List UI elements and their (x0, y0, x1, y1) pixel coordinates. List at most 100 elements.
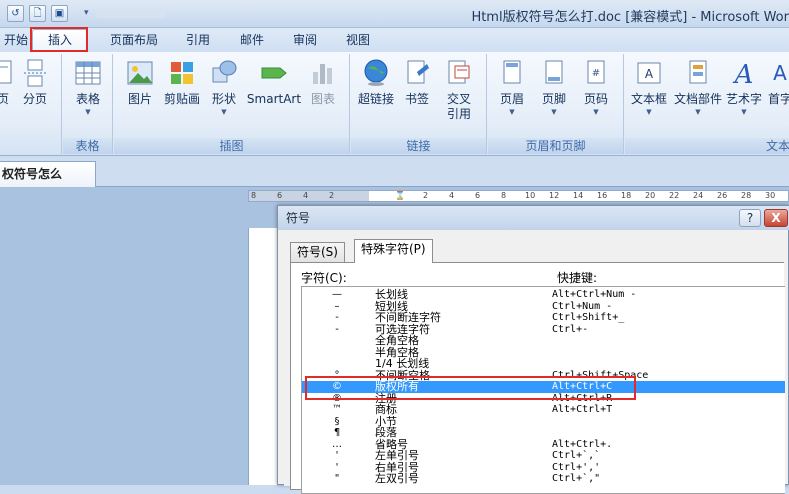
tab-special-characters[interactable]: 特殊字符(P) (354, 239, 433, 263)
text-box-button[interactable]: A 文本框 ▼ (629, 58, 669, 136)
page-number-icon: # (587, 60, 605, 84)
symbol-glyph: ° (334, 369, 340, 381)
table-button[interactable]: 表格 ▼ (69, 58, 107, 136)
picture-button[interactable]: 图片 (122, 58, 158, 136)
cross-reference-button[interactable]: 交叉引用 (439, 58, 479, 136)
cross-reference-icon (448, 60, 470, 84)
group-pages: 页 分页 (0, 54, 62, 154)
drop-cap-icon: A (773, 61, 787, 85)
symbol-name: 不间断空格 (375, 368, 430, 382)
symbol-glyph: - (335, 312, 339, 323)
group-illustrations-label: 插图 (114, 138, 349, 154)
undo-icon[interactable]: ↺ (7, 5, 24, 22)
smartart-button[interactable]: SmartArt (246, 58, 302, 136)
header-button[interactable]: 页眉 ▼ (494, 58, 530, 136)
tab-mailings[interactable]: 邮件 (240, 32, 264, 50)
shortcut-key: Alt+Ctrl+C (552, 381, 613, 392)
symbol-name: 商标 (375, 403, 397, 416)
tab-review[interactable]: 审阅 (293, 32, 317, 50)
picture-button-label: 图片 (127, 92, 152, 106)
tab-page-layout[interactable]: 页面布局 (110, 32, 158, 50)
list-item[interactable]: ¶ 段落 (302, 427, 785, 439)
wordart-button-label: 艺术字 (725, 92, 762, 106)
horizontal-ruler[interactable]: 8 6 4 2 ⌛ 2 4 6 8 10 12 14 16 18 20 22 2… (248, 190, 789, 202)
symbol-name: 短划线 (375, 299, 408, 313)
list-item[interactable]: 1/4 长划线 (302, 358, 785, 370)
tab-home[interactable]: 开始 (4, 32, 28, 50)
group-header-footer-label: 页眉和页脚 (488, 138, 623, 154)
group-links: 超链接 书签 交叉引用 链接 (351, 54, 487, 154)
ruler-tick: 30 (765, 191, 776, 200)
quick-parts-icon (689, 60, 707, 84)
chevron-down-icon: ▼ (221, 108, 227, 116)
tab-insert[interactable]: 插入 (32, 29, 88, 52)
ruler-tick: 20 (645, 191, 656, 200)
shortcut-key: Alt+Ctrl+Num - (552, 289, 637, 300)
shapes-icon (212, 60, 237, 83)
clip-art-button[interactable]: 剪贴画 (162, 58, 202, 136)
symbol-glyph: – (334, 300, 340, 312)
chevron-down-icon: ▼ (695, 108, 701, 116)
clip-art-icon (171, 62, 193, 84)
symbol-name: 注册 (375, 391, 397, 405)
bookmark-button[interactable]: 书签 (399, 58, 435, 136)
document-tab[interactable]: 权符号怎么打.doc (0, 161, 96, 205)
group-illustrations: 图片 剪贴画 形状 ▼ SmartArt 图表 插图 (114, 54, 350, 154)
quick-parts-button[interactable]: 文档部件 ▼ (673, 58, 723, 136)
ruler-tick: 6 (475, 191, 481, 200)
svg-text:#: # (592, 68, 600, 79)
ruler-tick: 26 (717, 191, 728, 200)
list-item[interactable]: 全角空格 (302, 335, 785, 347)
group-text: A 文本框 ▼ 文档部件 ▼ A 艺术字 ▼ A 首字 文本 (625, 54, 789, 154)
symbol-glyph: - (335, 323, 339, 335)
ruler-margin (249, 191, 369, 201)
smartart-button-label: SmartArt (246, 92, 302, 106)
symbol-name: 左双引号 (375, 472, 419, 485)
symbol-name: 半角空格 (375, 345, 419, 359)
wordart-icon: A (733, 60, 754, 88)
cross-reference-label: 交叉引用 (447, 92, 472, 121)
tab-symbols[interactable]: 符号(S) (290, 242, 345, 262)
page-number-button-label: 页码 (583, 92, 608, 106)
symbol-name: 右单引号 (375, 460, 419, 474)
tab-view[interactable]: 视图 (346, 32, 370, 50)
indent-marker-icon[interactable]: ⌛ (395, 191, 405, 201)
close-button[interactable]: X (764, 209, 788, 227)
save-icon[interactable]: ▣ (51, 5, 68, 22)
character-column-header: 字符(C): (301, 271, 347, 285)
footer-button[interactable]: 页脚 ▼ (536, 58, 572, 136)
ruler-tick: 24 (693, 191, 704, 200)
hyperlink-button[interactable]: 超链接 (355, 58, 397, 136)
list-item[interactable]: " 左双引号 Ctrl+`," (302, 473, 785, 485)
chevron-down-icon: ▼ (593, 108, 599, 116)
ruler-tick: 6 (277, 191, 283, 200)
drop-cap-button[interactable]: A 首字 (765, 58, 789, 136)
special-characters-panel: 字符(C): 快捷键: — 长划线 Alt+Ctrl+Num - – 短划线 Ctrl+N… (290, 262, 785, 494)
ruler-tick: 4 (449, 191, 455, 200)
list-item[interactable]: © 版权所有 Alt+Ctrl+C (302, 381, 785, 393)
page-button[interactable]: 页 (0, 58, 18, 136)
list-item[interactable]: ™ 商标 Alt+Ctrl+T (302, 404, 785, 416)
list-item[interactable]: — 长划线 Alt+Ctrl+Num - (302, 289, 785, 301)
chevron-down-icon: ▼ (741, 108, 747, 116)
qat-dropdown-icon[interactable]: ▾ (84, 6, 92, 20)
tab-references[interactable]: 引用 (186, 32, 210, 50)
svg-text:A: A (645, 67, 654, 81)
list-item[interactable]: - 不间断连字符 Ctrl+Shift+_ (302, 312, 785, 324)
page-break-button[interactable]: 分页 (18, 58, 52, 136)
wordart-button[interactable]: A 艺术字 ▼ (725, 58, 763, 136)
list-item[interactable]: ' 左单引号 Ctrl+`,` (302, 450, 785, 462)
symbol-name: 1/4 长划线 (375, 357, 430, 370)
symbol-name: 可选连字符 (375, 322, 430, 336)
chart-button[interactable]: 图表 (306, 58, 340, 136)
help-button[interactable]: ? (739, 209, 761, 227)
group-text-label: 文本 (625, 138, 789, 154)
shapes-button-label: 形状 (211, 92, 236, 106)
print-preview-icon[interactable]: 🗋 (29, 5, 46, 22)
shapes-button[interactable]: 形状 ▼ (206, 58, 242, 136)
page-number-button[interactable]: # 页码 ▼ (578, 58, 614, 136)
special-characters-list[interactable]: — 长划线 Alt+Ctrl+Num - – 短划线 Ctrl+Num - - 不间断连字符 C… (301, 286, 785, 494)
symbol-name: 省略号 (375, 437, 408, 451)
symbol-glyph: ' (335, 450, 339, 461)
ruler-tick: 22 (669, 191, 680, 200)
